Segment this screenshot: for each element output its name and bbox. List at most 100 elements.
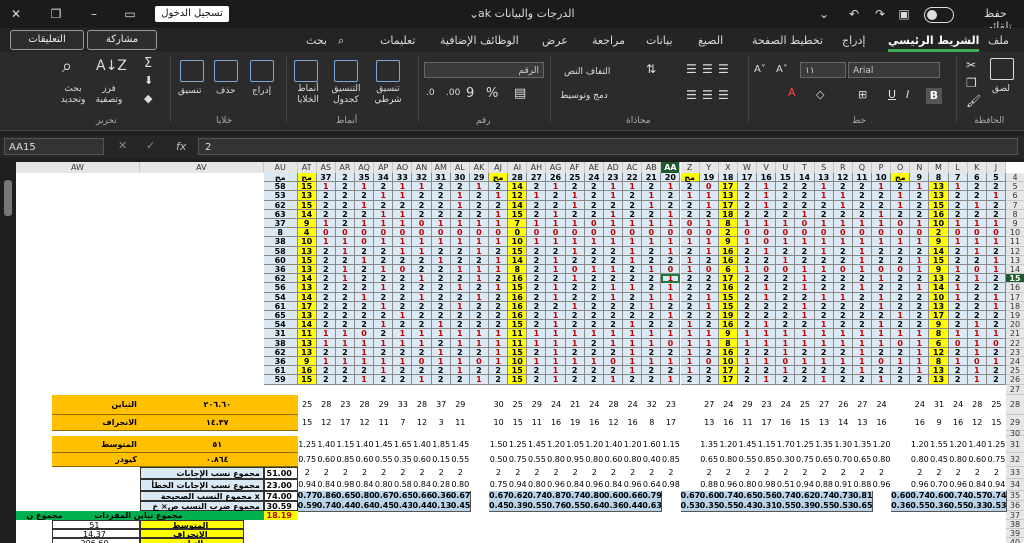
data-cell[interactable]: 1: [910, 255, 930, 265]
data-cell[interactable]: 2: [986, 209, 1006, 219]
data-cell[interactable]: 1: [910, 283, 930, 293]
data-cell[interactable]: 2: [757, 366, 777, 376]
data-cell[interactable]: 2: [776, 292, 796, 302]
data-cell[interactable]: 2: [450, 246, 470, 256]
data-cell[interactable]: 1: [852, 357, 872, 367]
merge-center-button[interactable]: دمج وتوسيط: [560, 91, 608, 101]
data-cell[interactable]: 54: [263, 320, 298, 330]
data-cell[interactable]: 1: [910, 237, 930, 247]
data-cell[interactable]: 0: [871, 228, 892, 238]
data-cell[interactable]: 8: [718, 219, 738, 229]
data-cell[interactable]: 2: [565, 283, 585, 293]
restore-icon[interactable]: ❐: [48, 6, 64, 22]
data-cell[interactable]: 2: [737, 246, 758, 256]
data-cell[interactable]: 0: [469, 357, 490, 367]
data-cell[interactable]: 1: [891, 311, 911, 321]
tab-page-layout[interactable]: تخطيط الصفحة: [752, 34, 823, 47]
data-cell[interactable]: 0: [871, 357, 892, 367]
align-left-icon[interactable]: ☰: [686, 88, 697, 102]
data-cell[interactable]: 2: [967, 283, 987, 293]
worksheet-grid[interactable]: AW AV AU AT AS AR AQ AP AO AN AM AL AK AJ AI AH AG AF AE AD…: [0, 162, 1024, 543]
data-cell[interactable]: 13: [718, 191, 738, 201]
data-cell[interactable]: 1: [393, 219, 413, 229]
data-cell[interactable]: 1: [355, 347, 375, 357]
data-cell[interactable]: 2: [795, 320, 815, 330]
tab-addins[interactable]: الوظائف الإضافية: [440, 34, 519, 47]
data-cell[interactable]: 2: [948, 347, 968, 357]
data-cell[interactable]: 1: [469, 329, 490, 339]
data-cell[interactable]: 2: [431, 209, 451, 219]
column-header-v[interactable]: V: [757, 162, 777, 173]
data-cell[interactable]: 1: [795, 357, 815, 367]
number-format-select[interactable]: الرقم: [424, 62, 544, 78]
data-cell[interactable]: 2: [565, 366, 585, 376]
data-cell[interactable]: 1: [412, 338, 432, 348]
data-cell[interactable]: 2: [737, 347, 758, 357]
data-cell[interactable]: 2: [680, 301, 700, 311]
data-cell[interactable]: 6: [718, 265, 738, 275]
data-cell[interactable]: 2: [833, 209, 853, 219]
data-cell[interactable]: 1: [623, 255, 643, 265]
data-cell[interactable]: 2: [584, 320, 604, 330]
data-cell[interactable]: 2: [891, 375, 911, 386]
data-cell[interactable]: 1: [335, 329, 355, 339]
data-cell[interactable]: 9: [929, 237, 949, 247]
data-cell[interactable]: 2: [776, 200, 796, 210]
data-cell[interactable]: 2: [527, 182, 547, 192]
data-cell[interactable]: 36: [263, 357, 298, 367]
insert-function-icon[interactable]: fx: [176, 140, 186, 153]
data-cell[interactable]: 1: [776, 237, 796, 247]
data-cell[interactable]: 1: [661, 246, 681, 256]
data-cell[interactable]: 0: [699, 228, 719, 238]
text-direction-icon[interactable]: ⇅: [646, 62, 656, 76]
tab-file[interactable]: ملف: [988, 34, 1009, 47]
data-cell[interactable]: 2: [814, 366, 834, 376]
data-cell[interactable]: 2: [623, 200, 643, 210]
data-cell[interactable]: 1: [661, 357, 681, 367]
data-cell[interactable]: 2: [316, 255, 336, 265]
data-cell[interactable]: 2: [374, 292, 394, 302]
data-cell[interactable]: 2: [623, 292, 643, 302]
data-cell[interactable]: 9: [929, 320, 949, 330]
cell-styles-button[interactable]: أنماط الخلايا: [292, 84, 324, 106]
data-cell[interactable]: 2: [469, 301, 490, 311]
data-cell[interactable]: 2: [871, 347, 892, 357]
data-cell[interactable]: 2: [565, 375, 585, 386]
data-cell[interactable]: 2: [757, 209, 777, 219]
data-cell[interactable]: 0: [584, 219, 604, 229]
data-cell[interactable]: 2: [335, 292, 355, 302]
data-cell[interactable]: 60: [263, 255, 298, 265]
data-cell[interactable]: 1: [814, 357, 834, 367]
data-cell[interactable]: 1: [623, 246, 643, 256]
data-cell[interactable]: 9: [297, 219, 317, 229]
data-cell[interactable]: 2: [527, 200, 547, 210]
data-cell[interactable]: 1: [814, 292, 834, 302]
data-cell[interactable]: 2: [833, 311, 853, 321]
data-cell[interactable]: 61: [263, 301, 298, 311]
column-header-ag[interactable]: AG: [546, 162, 566, 173]
data-cell[interactable]: 1: [795, 338, 815, 348]
data-cell[interactable]: 1: [642, 200, 662, 210]
data-cell[interactable]: 1: [871, 219, 892, 229]
data-cell[interactable]: 1: [335, 274, 355, 284]
data-cell[interactable]: 1: [757, 329, 777, 339]
data-cell[interactable]: 14: [929, 283, 949, 293]
data-cell[interactable]: 2: [489, 311, 509, 321]
data-cell[interactable]: 6: [929, 338, 949, 348]
data-cell[interactable]: 2: [680, 182, 700, 192]
data-cell[interactable]: 1: [680, 366, 700, 376]
column-header-o[interactable]: O: [891, 162, 911, 173]
data-cell[interactable]: 1: [986, 265, 1006, 275]
data-cell[interactable]: 1: [910, 347, 930, 357]
data-cell[interactable]: 1: [623, 329, 643, 339]
data-cell[interactable]: 1: [986, 237, 1006, 247]
close-icon[interactable]: ✕: [8, 6, 24, 22]
data-cell[interactable]: 1: [814, 182, 834, 192]
data-cell[interactable]: 1: [374, 219, 394, 229]
cut-icon[interactable]: ✂: [966, 58, 976, 72]
data-cell[interactable]: 2: [776, 182, 796, 192]
data-cell[interactable]: 0: [661, 338, 681, 348]
data-cell[interactable]: 1: [355, 182, 375, 192]
data-cell[interactable]: 61: [263, 366, 298, 376]
data-cell[interactable]: 1: [737, 219, 758, 229]
